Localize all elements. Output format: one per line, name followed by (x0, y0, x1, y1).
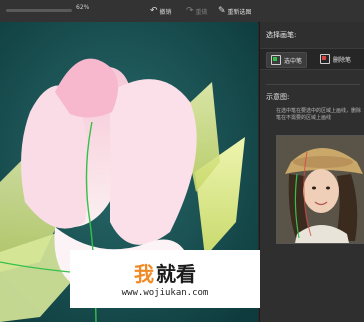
example-description: 在选中笔在要选中的区域上画线，删除笔在不需要的区域上画线 (276, 108, 362, 121)
select-brush-label: 选择画笔: (266, 31, 297, 39)
repaint-label: 重新选图 (227, 8, 252, 16)
panel-divider (266, 84, 360, 85)
watermark-logo: 我 就看 www.wojiukan.com (70, 250, 260, 308)
zoom-value: 62% (76, 4, 90, 11)
keep-brush-label: 选中笔 (284, 57, 303, 65)
repaint-button[interactable]: ✎ 重新选图 (218, 3, 252, 19)
watermark-url: www.wojiukan.com (121, 288, 209, 298)
zoom-slider[interactable] (6, 9, 72, 12)
toolbar: 62% ↶ 撤销 ↷ 重做 ✎ 重新选图 (0, 0, 364, 23)
redo-label: 重做 (195, 8, 208, 16)
undo-label: 撤销 (159, 8, 172, 16)
keep-brush-button[interactable]: 选中笔 (266, 52, 308, 68)
example-photo (276, 135, 364, 244)
watermark-char-2: 就看 (156, 262, 196, 286)
brush-selector: 选中笔 删除笔 (260, 48, 364, 70)
brush-panel: 选择画笔: 选中笔 删除笔 示意图: 在选中笔在要选中的区域上画线，删除笔在不需… (259, 22, 364, 322)
remove-brush-button[interactable]: 删除笔 (316, 52, 355, 66)
remove-brush-label: 删除笔 (333, 56, 352, 64)
undo-icon: ↶ (150, 5, 158, 16)
example-label: 示意图: (266, 93, 290, 101)
undo-button[interactable]: ↶ 撤销 (150, 3, 172, 19)
redo-button[interactable]: ↷ 重做 (186, 3, 208, 19)
watermark-title: 我 就看 (70, 258, 260, 287)
example-portrait-image (277, 136, 364, 243)
keep-brush-icon (271, 55, 281, 65)
redo-icon: ↷ (186, 5, 194, 16)
watermark-char-1: 我 (134, 262, 154, 286)
brush-icon: ✎ (218, 5, 226, 16)
remove-brush-icon (320, 54, 330, 64)
